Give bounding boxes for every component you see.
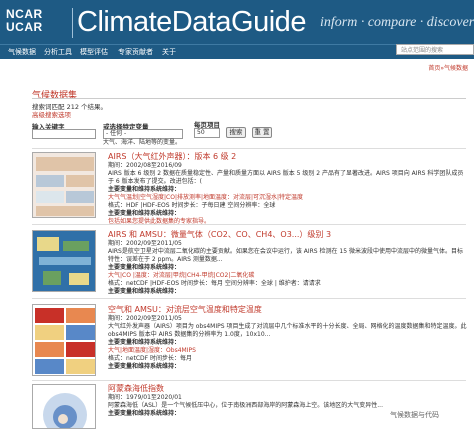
result-vars-heading: 主要变量和维持系统维持： [108,186,181,193]
keyword-input[interactable] [32,129,96,139]
result-description: AIRS是航空卫星对中流层二氧化碳的主要贡献。如果您在会议中运行，该 AIRS … [108,248,463,263]
ncar-ucar-logo[interactable]: NCAR UCAR [6,8,43,34]
result-title-link[interactable]: AIRS（大气红外声器）：版本 6 级 2 [108,151,236,162]
thumb-map [36,191,64,203]
site-tagline: inform · compare · discover [320,15,474,30]
result-vars-heading: 主要变量和维持系统维持： [108,339,181,346]
nav-climate-data[interactable]: 气候数据 [8,46,36,58]
thumb-map [36,157,94,171]
site-search-input[interactable]: 站点范围的搜索 [396,44,474,55]
logo-ucar: UCAR [6,20,43,34]
thumb-land [37,237,59,251]
thumb-map [35,359,64,374]
result-divider [32,380,466,381]
title-divider [32,98,466,99]
thumb-map [66,325,95,340]
thumb-map [66,175,94,187]
result-format: 格式：HDF |HDF-EOS 时间步长：子每日建 空间分辨率：全球 [108,202,276,209]
result-divider [32,224,466,225]
result-period: 期间：1979/01至2020/01 [108,394,182,401]
result-maintainer-heading: 主要变量和维持系统维持： [108,363,181,370]
result-title-link[interactable]: 空气和 AMSU：对流层空气温度和特定温度 [108,304,262,315]
thumb-antarctica [58,414,68,424]
thumb-map [66,342,95,357]
result-vars-links[interactable]: 大气|地面温度|湿度：Obs4MIPS [108,347,468,355]
thumb-map [35,325,64,340]
result-thumbnail[interactable] [32,230,96,292]
nav-analysis-tools[interactable]: 分析工具 [44,46,72,58]
result-description: 大气红外发声器（AIRS）项目为 obs4MIPS 项目生成了对流层中几个标准水… [108,323,467,338]
result-thumbnail[interactable] [32,304,96,376]
reset-button[interactable]: 重 置 [252,127,272,138]
result-vars-links[interactable]: 大气气温划|空气湿度|CO|排放测率|地面温度：对流层|可沉湿水|特定温度 [108,194,468,202]
nav-about[interactable]: 关于 [162,46,176,58]
result-description: AIRS 版本 6 级别 2 数据在质量稳定性、产量和质量方面以 AIRS 版本… [108,170,464,185]
result-title-link[interactable]: AIRS 和 AMSU：微量气体（CO2、CO、CH4、O3...）级别 3 [108,229,331,240]
search-button[interactable]: 搜索 [226,127,246,138]
result-body: 期间：2002/09至2011/05 AIRS是航空卫星对中流层二氧化碳的主要贡… [108,240,468,296]
result-description: 阿蒙森海低（ASL）是一个气候低压中心，位于南极洲西部海岸的阿蒙森海上空。该地区… [108,402,383,409]
nav-model-evaluation[interactable]: 模型评估 [80,46,108,58]
result-title-link[interactable]: 阿蒙森海低指数 [108,383,164,394]
logo-divider [72,8,73,38]
thumb-land [69,273,89,285]
result-thumbnail[interactable] [32,384,96,429]
result-period: 期间：2002/09至2011/05 [108,240,182,247]
thumb-map [35,308,64,323]
thumb-land [63,241,89,251]
site-title[interactable]: ClimateDataGuide [77,6,306,38]
result-divider [32,298,466,299]
nav-experts[interactable]: 专家贡献者 [118,46,153,58]
thumb-map [36,175,64,187]
thumb-map [66,359,95,374]
thumb-land [43,271,61,285]
thumb-map [66,191,94,203]
thumb-map [35,342,64,357]
result-format: 格式：netCDF 时间步长：每月 [108,355,193,362]
site-header: NCAR UCAR ClimateDataGuide inform · comp… [0,0,474,44]
thumb-map [66,308,95,323]
per-page-select[interactable]: 50 [194,128,220,138]
advanced-search-link[interactable]: 高级搜索选项 [32,109,71,119]
result-maintainer-heading: 主要变量和维持系统维持： [108,288,181,295]
filter-hint: 大气、海洋、陆地等的变量。 [103,139,182,146]
thumb-band [39,257,91,265]
result-vars-heading: 主要变量和维持系统维持： [108,264,181,271]
result-body: 期间：2002/08至2016/09 AIRS 版本 6 级别 2 数据在质量稳… [108,162,468,226]
result-body: 期间：2002/09至2011/05 大气红外发声器（AIRS）项目为 obs4… [108,315,468,371]
result-vars-links[interactable]: 大气|CO |温度：对流层|甲烷|CH4-甲烷|CO2|二氧化碳 [108,272,468,280]
result-thumbnail[interactable] [32,152,96,218]
thumb-map [36,206,94,216]
watermark: 气候数据与代码 [390,411,439,419]
result-period: 期间：2002/09至2011/05 [108,315,182,322]
results-divider [32,148,466,149]
page-title: 气候数据集 [32,91,78,101]
result-format: 格式：netCDF |HDF-EOS 时间步长：每月 空间分辨率：全球 | 维护… [108,280,321,287]
breadcrumb[interactable]: 首页»气候数据 [428,63,468,72]
result-period: 期间：2002/08至2016/09 [108,162,182,169]
result-maintainer-heading: 主要变量和维持系统维持： [108,210,181,217]
